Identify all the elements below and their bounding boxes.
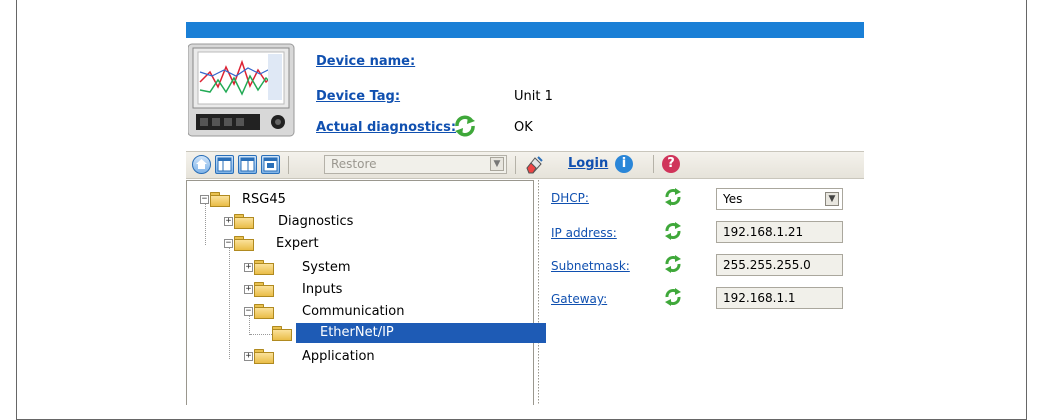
refresh-icon[interactable]	[453, 115, 477, 141]
chevron-down-icon[interactable]: ▼	[825, 192, 839, 206]
dhcp-link[interactable]: DHCP:	[551, 191, 589, 205]
tree-item-label-selected: EtherNet/IP	[296, 323, 546, 343]
refresh-icon[interactable]	[664, 222, 682, 240]
folder-icon	[272, 326, 292, 341]
diagnostics-status: OK	[514, 120, 533, 135]
layout-icon[interactable]	[238, 155, 257, 174]
device-tag-value: Unit 1	[514, 89, 553, 104]
expand-icon[interactable]: +	[224, 216, 233, 226]
toolbar-separator	[515, 156, 516, 174]
tree-item-label: Application	[302, 348, 375, 364]
folder-icon	[254, 282, 274, 297]
tree-item-rsg45[interactable]: − RSG45	[200, 189, 286, 209]
tree-item-label: Expert	[276, 235, 319, 251]
tree-item-label: Inputs	[302, 281, 343, 297]
toolbar-separator	[288, 156, 289, 174]
toolbar-separator	[653, 155, 654, 173]
collapse-icon[interactable]: −	[224, 238, 233, 248]
subnetmask-link[interactable]: Subnetmask:	[551, 259, 630, 273]
tree-item-ethernetip[interactable]: EtherNet/IP	[272, 323, 546, 343]
restore-select[interactable]: Restore ▼	[324, 155, 507, 174]
dhcp-value: Yes	[723, 192, 743, 206]
expand-icon[interactable]: +	[244, 284, 253, 294]
subnetmask-field[interactable]: 255.255.255.0	[716, 254, 843, 276]
layout-icon[interactable]	[261, 155, 280, 174]
restore-label: Restore	[331, 157, 377, 171]
tree-item-label: System	[302, 259, 351, 275]
layout-icon[interactable]	[215, 155, 234, 174]
gateway-link[interactable]: Gateway:	[551, 292, 607, 306]
help-icon[interactable]: ?	[662, 155, 680, 173]
expand-icon[interactable]: +	[244, 351, 253, 361]
tree-line	[229, 248, 230, 359]
tree-item-label: Communication	[302, 303, 405, 319]
tree-item-label: RSG45	[242, 191, 286, 207]
tree-item-system[interactable]: + System	[244, 257, 350, 277]
dhcp-select[interactable]: Yes ▼	[716, 188, 843, 210]
chevron-down-icon[interactable]: ▼	[490, 157, 504, 171]
tree-item-label: Diagnostics	[278, 213, 354, 229]
info-icon[interactable]: i	[615, 155, 633, 173]
folder-open-icon	[254, 304, 274, 319]
expand-icon[interactable]: +	[244, 262, 253, 272]
device-tag-link[interactable]: Device Tag:	[316, 89, 400, 104]
toolbar: Restore ▼	[186, 151, 864, 179]
refresh-icon[interactable]	[664, 288, 682, 306]
tree-line	[250, 334, 272, 335]
folder-open-icon	[210, 192, 230, 207]
refresh-icon[interactable]	[664, 255, 682, 273]
gateway-field[interactable]: 192.168.1.1	[716, 287, 843, 309]
tree-item-expert[interactable]: − Expert	[224, 233, 319, 253]
title-bar	[186, 22, 864, 38]
actual-diagnostics-link[interactable]: Actual diagnostics:	[316, 120, 456, 135]
device-image	[187, 42, 298, 138]
refresh-icon[interactable]	[664, 188, 682, 206]
folder-icon	[254, 260, 274, 275]
folder-icon	[234, 214, 254, 229]
login-link[interactable]: Login	[568, 156, 608, 171]
home-icon[interactable]	[192, 155, 211, 174]
eraser-icon[interactable]	[524, 155, 544, 179]
ip-address-link[interactable]: IP address:	[551, 226, 617, 240]
folder-icon	[254, 349, 274, 364]
collapse-icon[interactable]: −	[200, 194, 209, 204]
collapse-icon[interactable]: −	[244, 306, 253, 316]
tree-item-inputs[interactable]: + Inputs	[244, 279, 342, 299]
device-name-link[interactable]: Device name:	[316, 54, 415, 69]
tree-item-diagnostics[interactable]: + Diagnostics	[224, 211, 353, 231]
tree-item-communication[interactable]: − Communication	[244, 301, 404, 321]
folder-open-icon	[234, 236, 254, 251]
pane-splitter[interactable]	[536, 180, 542, 405]
tree-item-application[interactable]: + Application	[244, 346, 375, 366]
ip-address-field[interactable]: 192.168.1.21	[716, 221, 843, 243]
